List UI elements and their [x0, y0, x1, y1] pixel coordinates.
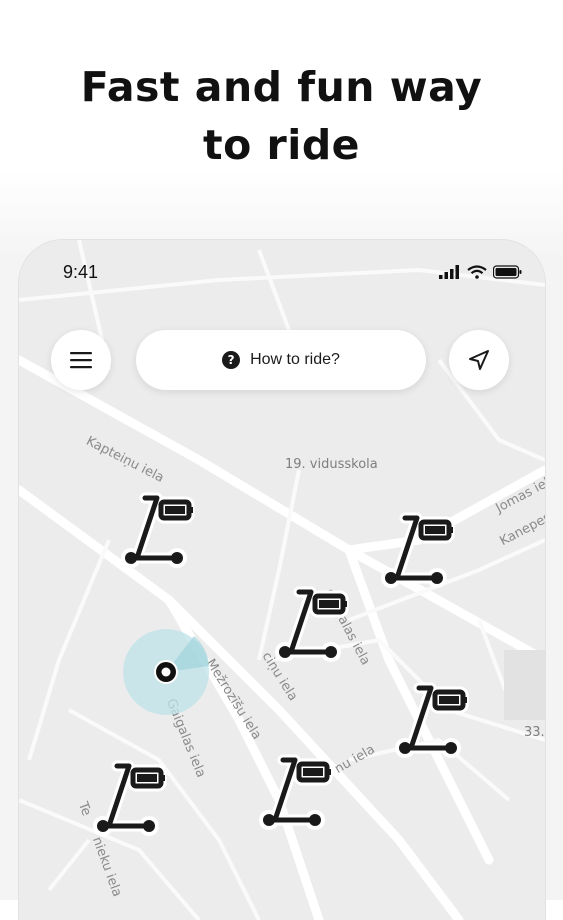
- status-bar: 9:41: [19, 240, 545, 300]
- wifi-icon: [467, 265, 487, 279]
- how-to-ride-button[interactable]: ? How to ride?: [136, 330, 426, 390]
- scooter-marker-icon[interactable]: [375, 508, 465, 598]
- scooter-marker-icon[interactable]: [115, 488, 205, 578]
- scooter-marker-icon[interactable]: [389, 678, 479, 768]
- question-circle-icon: ?: [222, 351, 241, 369]
- status-icons: [439, 264, 523, 280]
- scooter-marker-icon[interactable]: [253, 750, 343, 840]
- signal-icon: [439, 265, 459, 279]
- locate-me-button[interactable]: [449, 330, 509, 390]
- scooter-marker-icon[interactable]: [87, 756, 177, 846]
- how-to-ride-label: How to ride?: [250, 351, 340, 368]
- headline-line-2: to ride: [203, 121, 360, 169]
- house-number-label: 33.: [524, 725, 545, 740]
- status-time: 9:41: [63, 262, 99, 282]
- menu-button[interactable]: [51, 330, 111, 390]
- headline: Fast and fun way to ride: [0, 58, 563, 174]
- poi-label-school: 19. vidusskola: [285, 457, 378, 472]
- battery-icon: [493, 265, 522, 279]
- headline-line-1: Fast and fun way: [80, 63, 483, 111]
- user-location-marker: [123, 629, 209, 715]
- navigation-arrow-icon: [469, 350, 489, 370]
- scooter-marker-icon[interactable]: [269, 582, 359, 672]
- phone-mockup: Kapteiņu iela Jomas iela Kanepes Gaigala…: [19, 240, 545, 920]
- hamburger-menu-icon: [70, 352, 92, 369]
